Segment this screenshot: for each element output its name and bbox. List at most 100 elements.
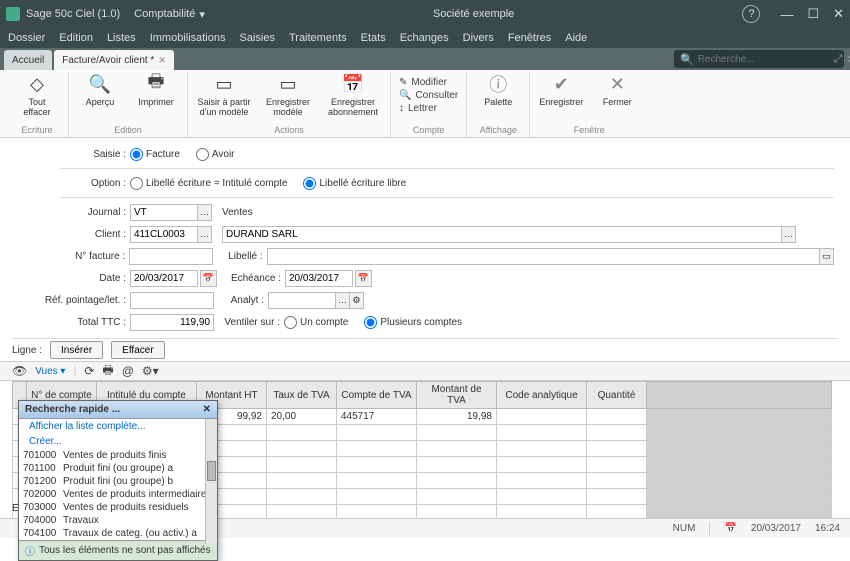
client-name-lookup-button[interactable]: … [781,226,796,243]
list-item[interactable]: 701100Produit fini (ou groupe) a [19,462,217,475]
ribbon: ◇ Tout effacer Ecriture 🔍 Aperçu 🖶 Impri… [0,70,850,138]
facture-input[interactable] [129,248,213,265]
saisie-facture-radio[interactable]: Facture [130,148,180,161]
view-icon: 🔍 [399,90,411,101]
menu-edition[interactable]: Edition [59,32,93,44]
list-item[interactable]: 704000Travaux [19,514,217,527]
afficher-liste-link[interactable]: Afficher la liste complète... [19,419,217,434]
close-window-button[interactable]: ✕ [833,6,844,22]
col-code-analytique[interactable]: Code analytique [497,382,587,409]
dropdown-close-icon[interactable]: ✕ [203,404,211,415]
menu-fenetres[interactable]: Fenêtres [508,32,551,44]
list-item[interactable]: 703000Ventes de produits residuels [19,501,217,514]
journal-lookup-button[interactable]: … [197,204,212,221]
consulter-button[interactable]: 🔍Consulter [399,89,458,102]
col-quantite[interactable]: Quantité [587,382,647,409]
menu-divers[interactable]: Divers [463,32,494,44]
help-button[interactable]: ? [742,5,760,23]
module-switcher[interactable]: Comptabilité ▾ [134,8,205,21]
button-label: Modifier [411,77,447,88]
radio-label: Libellé écriture = Intitulé compte [146,178,287,189]
gear-icon[interactable]: ⚙▾ [142,364,159,378]
tout-effacer-button[interactable]: ◇ Tout effacer [14,72,60,118]
minimize-button[interactable]: — [780,7,793,22]
at-icon[interactable]: @ [122,364,134,378]
modifier-button[interactable]: ✎Modifier [399,76,447,89]
ventiler-label: Ventiler sur : [214,317,284,328]
imprimer-button[interactable]: 🖶 Imprimer [133,72,179,108]
refresh-icon[interactable]: ⟳ [84,364,94,378]
menu-traitements[interactable]: Traitements [289,32,347,44]
eye-icon[interactable]: 👁 [12,364,27,378]
inserer-button[interactable]: Insérer [50,341,103,359]
cell-cptva[interactable]: 445717 [337,409,417,425]
analyt-input[interactable] [268,292,336,309]
menu-saisies[interactable]: Saisies [240,32,275,44]
close-tab-icon[interactable]: ✕ [158,55,166,66]
dropdown-scrollbar[interactable] [205,419,217,544]
menu-etats[interactable]: Etats [361,32,386,44]
menu-dossier[interactable]: Dossier [8,32,45,44]
menu-echanges[interactable]: Echanges [400,32,449,44]
tab-facture[interactable]: Facture/Avoir client * ✕ [54,50,174,70]
total-input[interactable] [130,314,214,331]
eraser-icon: ◇ [25,72,49,96]
radio-label: Facture [146,149,180,160]
ref-input[interactable] [130,292,214,309]
echeance-calendar-button[interactable]: 📅 [355,270,372,287]
enregistrer-modele-button[interactable]: ▭ Enregistrer modèle [262,72,314,118]
lettrer-button[interactable]: ↕Lettrer [399,102,437,115]
info-icon: ⓘ [25,543,35,558]
apercu-button[interactable]: 🔍 Aperçu [77,72,123,108]
echeance-input[interactable] [285,270,353,287]
list-item[interactable]: 701000Ventes de produits finis [19,449,217,462]
col-compte-tva[interactable]: Compte de TVA [337,382,417,409]
date-calendar-button[interactable]: 📅 [200,270,217,287]
search-input[interactable] [698,54,830,65]
maximize-button[interactable]: ☐ [807,6,819,22]
analyt-lookup-button[interactable]: … [335,292,350,309]
client-code-input[interactable] [130,226,198,243]
search-expand-icon[interactable]: ⤢ [834,53,843,66]
client-lookup-button[interactable]: … [197,226,212,243]
enregistrer-button[interactable]: ✔ Enregistrer [538,72,584,108]
list-item[interactable]: 702000Ventes de produits intermediaires [19,488,217,501]
global-search[interactable]: 🔍 ⤢ ✕ [674,50,844,68]
list-item[interactable]: 704100Travaux de categ. (ou activ.) a [19,527,217,540]
un-compte-radio[interactable]: Un compte [284,316,348,329]
saisie-avoir-radio[interactable]: Avoir [196,148,235,161]
menu-aide[interactable]: Aide [565,32,587,44]
cell-taux[interactable]: 20,00 [267,409,337,425]
enregistrer-abonnement-button[interactable]: 📅 Enregistrer abonnement [324,72,382,118]
date-input[interactable] [130,270,198,287]
menu-immobilisations[interactable]: Immobilisations [150,32,226,44]
template-icon: ▭ [212,72,236,96]
libelle-expand-button[interactable]: ▭ [819,248,834,265]
col-montant-tva[interactable]: Montant de TVA [417,382,497,409]
preview-icon: 🔍 [88,72,112,96]
button-label: Imprimer [138,98,174,108]
palette-button[interactable]: ⓘ Palette [475,72,521,108]
option-libre-radio[interactable]: Libellé écriture libre [303,177,406,190]
menu-listes[interactable]: Listes [107,32,136,44]
plusieurs-comptes-radio[interactable]: Plusieurs comptes [364,316,462,329]
journal-code-input[interactable] [130,204,198,221]
vues-dropdown[interactable]: Vues ▾ [35,366,65,377]
fermer-button[interactable]: ✕ Fermer [594,72,640,108]
saisir-modele-button[interactable]: ▭ Saisir à partir d'un modèle [196,72,252,118]
print-icon[interactable]: 🖶 [102,361,113,382]
button-label: Enregistrer [539,98,583,108]
libelle-input[interactable] [267,248,821,265]
col-taux-tva[interactable]: Taux de TVA [267,382,337,409]
cell-mtva[interactable]: 19,98 [417,409,497,425]
option-intitule-radio[interactable]: Libellé écriture = Intitulé compte [130,177,287,190]
effacer-button[interactable]: Effacer [111,341,165,359]
client-name-input[interactable] [222,226,782,243]
libelle-label: Libellé : [213,251,266,262]
search-close-icon[interactable]: ✕ [847,53,850,66]
creer-link[interactable]: Créer... [19,434,217,449]
button-label: Lettrer [408,103,437,114]
tab-accueil[interactable]: Accueil [4,50,52,70]
analyt-gear-button[interactable]: ⚙ [349,292,364,309]
list-item[interactable]: 701200Produit fini (ou groupe) b [19,475,217,488]
